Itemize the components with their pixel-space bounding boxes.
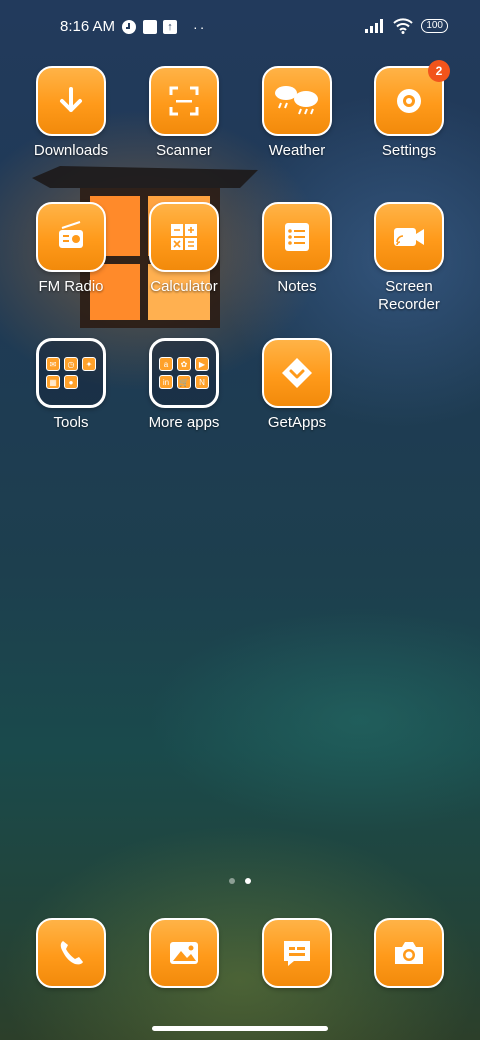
circle-app-icon: ● xyxy=(64,375,78,389)
getapps-tile[interactable] xyxy=(262,338,332,408)
getapps-diamond-icon xyxy=(282,358,312,388)
more-notifications-icon: ·· xyxy=(193,18,207,35)
phone-tile[interactable] xyxy=(36,918,106,988)
folder-tools[interactable]: ✉ ◷ ✦ ▦ ● Tools xyxy=(15,338,127,432)
radio-icon xyxy=(59,221,83,248)
downloads-tile[interactable] xyxy=(36,66,106,136)
fm-radio-tile[interactable] xyxy=(36,202,106,272)
amazon-icon: a xyxy=(159,357,173,371)
n-app-icon: N xyxy=(195,375,209,389)
app-label: Screen Recorder xyxy=(378,278,440,313)
app-calculator[interactable]: Calculator xyxy=(128,202,240,296)
app-weather[interactable]: Weather xyxy=(241,66,353,160)
screen-recorder-tile[interactable] xyxy=(374,202,444,272)
app-icon: ✿ xyxy=(177,357,191,371)
gear-icon xyxy=(397,89,421,113)
app-downloads[interactable]: Downloads xyxy=(15,66,127,160)
app-label: More apps xyxy=(148,414,220,431)
image-icon xyxy=(170,942,198,964)
upload-icon: ↑ xyxy=(163,19,178,34)
notification-app-icon xyxy=(121,19,137,35)
gallery-tile[interactable] xyxy=(149,918,219,988)
download-arrow-icon xyxy=(60,87,82,112)
app-screen-recorder[interactable]: Screen Recorder xyxy=(353,202,465,314)
cloud-rain-icon xyxy=(275,86,318,115)
app-label: Settings xyxy=(381,142,437,159)
cart-icon: 🛒 xyxy=(177,375,191,389)
app-label: Scanner xyxy=(156,142,212,159)
app-label: FM Radio xyxy=(38,278,104,295)
battery-indicator: 100 xyxy=(421,19,448,33)
tools-folder-tile[interactable]: ✉ ◷ ✦ ▦ ● xyxy=(36,338,106,408)
notes-tile[interactable] xyxy=(262,202,332,272)
calculator-icon xyxy=(171,224,197,250)
camera-tile[interactable] xyxy=(374,918,444,988)
dock-phone[interactable] xyxy=(15,918,127,988)
linkedin-icon: in xyxy=(159,375,173,389)
signal-icon xyxy=(365,19,385,33)
app-settings[interactable]: 2 Settings xyxy=(353,60,465,160)
messages-tile[interactable] xyxy=(262,918,332,988)
video-camera-icon xyxy=(394,228,424,246)
wifi-icon xyxy=(393,18,414,34)
notification-square-icon xyxy=(143,19,158,34)
app-scanner[interactable]: Scanner xyxy=(128,66,240,160)
mail-icon: ✉ xyxy=(46,357,60,371)
calculator-tile[interactable] xyxy=(149,202,219,272)
scanner-frame-icon xyxy=(169,86,199,116)
app-label: Tools xyxy=(53,414,89,431)
app-label: Notes xyxy=(277,278,317,295)
page-indicator xyxy=(0,878,480,884)
phone-icon xyxy=(60,941,83,965)
weather-tile[interactable] xyxy=(262,66,332,136)
clock-icon: ◷ xyxy=(64,357,78,371)
notification-badge: 2 xyxy=(428,60,450,82)
folder-more-apps[interactable]: a ✿ ▶ in 🛒 N More apps xyxy=(128,338,240,432)
grid-icon: ▦ xyxy=(46,375,60,389)
home-indicator-bar[interactable] xyxy=(152,1026,328,1031)
more-apps-folder-tile[interactable]: a ✿ ▶ in 🛒 N xyxy=(149,338,219,408)
message-icon xyxy=(284,941,310,966)
app-label: Calculator xyxy=(150,278,218,295)
app-fm-radio[interactable]: FM Radio xyxy=(15,202,127,296)
app-getapps[interactable]: GetApps xyxy=(241,338,353,432)
dock-camera[interactable] xyxy=(353,918,465,988)
prime-video-icon: ▶ xyxy=(195,357,209,371)
app-notes[interactable]: Notes xyxy=(241,202,353,296)
dock-messages[interactable] xyxy=(241,918,353,988)
dock-gallery[interactable] xyxy=(128,918,240,988)
clock: 8:16 AM xyxy=(60,18,116,35)
settings-tile[interactable]: 2 xyxy=(374,60,450,136)
app-label: Downloads xyxy=(33,142,109,159)
status-bar: 8:16 AM ↑ ·· 100 xyxy=(0,0,480,56)
page-dot[interactable] xyxy=(229,878,235,884)
app-label: Weather xyxy=(268,142,326,159)
notes-list-icon xyxy=(285,223,309,251)
camera-icon xyxy=(395,942,423,964)
page-dot-active[interactable] xyxy=(245,878,251,884)
compass-icon: ✦ xyxy=(82,357,96,371)
scanner-tile[interactable] xyxy=(149,66,219,136)
app-label: GetApps xyxy=(267,414,327,431)
